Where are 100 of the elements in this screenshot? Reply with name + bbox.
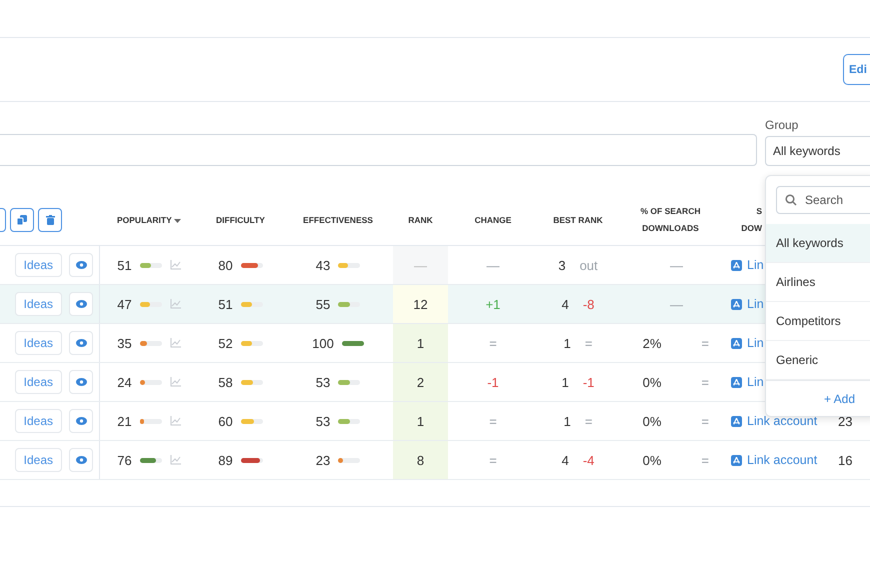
- metric-value: 58: [218, 374, 233, 390]
- trash-icon: [46, 215, 54, 225]
- score-bar: [338, 302, 360, 306]
- delete-button[interactable]: [38, 208, 62, 232]
- score-bar: [240, 380, 263, 384]
- view-button[interactable]: [69, 331, 93, 355]
- app-store-icon: [731, 376, 742, 388]
- column-header[interactable]: POPULARITY: [116, 212, 181, 228]
- column-header[interactable]: BEST RANK: [553, 212, 603, 228]
- score-bar: [140, 380, 162, 384]
- app-store-icon: [731, 260, 742, 270]
- score-bar: [240, 418, 263, 424]
- best-rank: 1: [562, 374, 569, 390]
- group-option[interactable]: All keywords: [766, 224, 870, 263]
- rank-cell: 12: [393, 285, 448, 323]
- eye-icon: [76, 339, 86, 347]
- app-store-icon: [731, 454, 742, 466]
- change-value: =: [489, 414, 497, 428]
- metric-value: 51: [117, 258, 132, 272]
- metric-value: 80: [218, 258, 233, 272]
- view-button[interactable]: [69, 370, 93, 394]
- rank-cell: 1: [393, 402, 448, 440]
- score-bar: [342, 340, 364, 346]
- app-store-icon: [731, 416, 742, 426]
- score-bar: [240, 262, 263, 268]
- best-rank-change: out: [580, 258, 598, 272]
- column-header[interactable]: RANK: [408, 212, 433, 228]
- score-bar: [240, 340, 263, 346]
- column-header[interactable]: DIFFICULTY: [216, 212, 265, 228]
- view-button[interactable]: [69, 448, 93, 472]
- link-account-link[interactable]: Lin: [747, 336, 764, 350]
- score-bar: [240, 302, 263, 306]
- metric-value: 53: [316, 374, 330, 390]
- metric-value: 35: [117, 336, 132, 350]
- metric-value: 52: [218, 336, 233, 350]
- change-value: -1: [487, 374, 499, 390]
- trend-value: =: [701, 374, 709, 390]
- change-value: +1: [486, 296, 500, 312]
- score-bar: [140, 418, 162, 424]
- app-store-icon: [731, 298, 742, 310]
- metric-value: 43: [316, 258, 330, 272]
- copy-button[interactable]: [10, 208, 34, 232]
- table-row[interactable]: Ideas 76 89 23 8 = 4 -4 0% = Link account 16: [0, 441, 870, 480]
- group-select[interactable]: All keywords: [765, 136, 870, 166]
- group-label: Group: [765, 118, 800, 132]
- trend-value: =: [701, 414, 709, 428]
- eye-icon: [76, 378, 86, 386]
- link-account-link[interactable]: Link account: [747, 414, 818, 428]
- best-rank-change: =: [584, 336, 592, 350]
- score-bar: [140, 302, 162, 306]
- download-share: 2%: [642, 336, 662, 350]
- link-account-link[interactable]: Link account: [747, 453, 818, 467]
- metric-value: 23: [316, 452, 330, 468]
- best-rank: 1: [564, 414, 571, 428]
- score-bar: [338, 262, 360, 268]
- rank-cell: 2: [393, 363, 448, 401]
- score-bar: [140, 262, 162, 268]
- change-value: =: [489, 336, 497, 350]
- metric-value: 55: [316, 296, 330, 312]
- column-header[interactable]: S DOW: [740, 203, 762, 237]
- link-account-link[interactable]: Lin: [747, 375, 764, 389]
- metric-value: 100: [312, 336, 334, 350]
- best-rank: 3: [558, 258, 566, 272]
- trend-value: =: [701, 336, 709, 350]
- download-share: 0%: [642, 452, 662, 468]
- rank-cell: 1: [393, 324, 448, 362]
- download-share: —: [670, 258, 683, 272]
- metric-value: 53: [316, 414, 330, 428]
- score-bar: [338, 380, 360, 384]
- rank-cell: 8: [393, 441, 448, 479]
- column-header[interactable]: EFFECTIVENESS: [303, 212, 373, 228]
- score-bar: [140, 458, 162, 462]
- metric-value: 21: [117, 414, 132, 428]
- eye-icon: [76, 261, 86, 269]
- best-rank: 1: [564, 336, 571, 350]
- trend-value: =: [701, 452, 709, 468]
- view-button[interactable]: [69, 253, 93, 277]
- toolbar-button[interactable]: [0, 208, 6, 232]
- best-rank-change: -8: [582, 296, 594, 312]
- change-value: =: [489, 452, 497, 468]
- change-value: —: [486, 258, 500, 272]
- eye-icon: [76, 456, 86, 464]
- download-share: 0%: [642, 414, 662, 428]
- score-bar: [140, 340, 162, 346]
- search-field[interactable]: [0, 134, 757, 166]
- best-rank-change: =: [584, 414, 592, 428]
- column-header[interactable]: CHANGE: [474, 212, 512, 228]
- link-account-link[interactable]: Lin: [747, 297, 764, 311]
- metric-value: 24: [117, 374, 132, 390]
- view-button[interactable]: [69, 409, 93, 433]
- link-account-link[interactable]: Lin: [747, 258, 764, 272]
- column-header[interactable]: % OF SEARCH DOWNLOADS: [630, 203, 710, 237]
- metric-value: 89: [218, 452, 233, 468]
- metric-value: 47: [117, 296, 132, 312]
- search-field[interactable]: Search: [776, 186, 870, 214]
- table-cell: 16: [838, 452, 852, 468]
- view-button[interactable]: [69, 292, 93, 316]
- edit-button[interactable]: Edi: [843, 54, 870, 85]
- score-bar: [240, 458, 263, 462]
- best-rank: 4: [562, 452, 569, 468]
